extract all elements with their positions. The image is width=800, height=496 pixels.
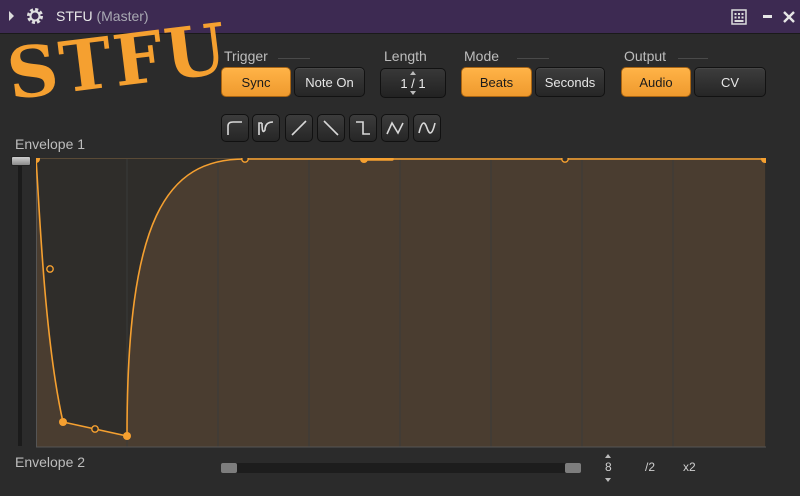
plugin-body: STFU Trigger Sync Note On Length 1 / 1 M… [0, 7, 800, 496]
horizontal-scrollbar[interactable] [221, 463, 581, 473]
note-on-button[interactable]: Note On [294, 67, 365, 97]
amount-slider-track[interactable] [18, 158, 22, 446]
grid-stepper[interactable]: 8 [605, 454, 612, 482]
grid-down-arrow-icon[interactable] [605, 478, 612, 482]
curve-handle[interactable] [241, 158, 249, 163]
halve-grid-button[interactable]: /2 [645, 460, 655, 476]
length-label: Length [384, 48, 427, 64]
curve-handle[interactable] [46, 265, 54, 273]
sine-button[interactable] [413, 114, 441, 142]
plugin-name: STFU [56, 8, 93, 24]
step-down-icon [356, 121, 370, 135]
ramp-up-button[interactable] [285, 114, 313, 142]
close-icon[interactable] [781, 9, 797, 25]
output-label: Output [624, 48, 667, 64]
ramp-down-button[interactable] [317, 114, 345, 142]
trigger-divider [278, 58, 310, 59]
trigger-label: Trigger [224, 48, 268, 64]
amount-slider-thumb[interactable] [11, 156, 31, 166]
grid-up-arrow-icon[interactable] [605, 454, 612, 458]
envelope-editor[interactable] [36, 158, 766, 448]
envelope-2-label[interactable]: Envelope 2 [15, 454, 85, 470]
minimize-icon[interactable] [760, 9, 776, 25]
attack-shape-button[interactable] [221, 114, 249, 142]
gear-icon[interactable] [25, 6, 45, 26]
soft-attack-shape-icon [258, 121, 274, 135]
sine-icon [418, 122, 436, 134]
ramp-down-icon [323, 120, 339, 136]
envelope-node[interactable] [123, 432, 131, 440]
step-down-button[interactable] [349, 114, 377, 142]
sync-button[interactable]: Sync [221, 67, 291, 97]
output-divider [678, 58, 708, 59]
length-down-arrow-icon[interactable] [410, 91, 416, 95]
soft-attack-shape-button[interactable] [252, 114, 280, 142]
envelope-node[interactable] [59, 418, 67, 426]
cv-button[interactable]: CV [694, 67, 766, 97]
beats-button[interactable]: Beats [461, 67, 532, 97]
triangle-button[interactable] [381, 114, 409, 142]
mode-label: Mode [464, 48, 500, 64]
scroll-right-handle[interactable] [565, 463, 581, 473]
triangle-icon [386, 121, 404, 135]
seconds-button[interactable]: Seconds [535, 67, 605, 97]
length-stepper[interactable]: 1 / 1 [380, 68, 446, 98]
keyboard-icon[interactable] [731, 9, 747, 25]
length-value: 1 / 1 [400, 75, 426, 91]
envelope-1-label[interactable]: Envelope 1 [15, 136, 85, 152]
mode-divider [517, 58, 549, 59]
collapse-arrow-icon[interactable] [9, 11, 14, 21]
double-grid-button[interactable]: x2 [683, 460, 696, 476]
scroll-left-handle[interactable] [221, 463, 237, 473]
audio-button[interactable]: Audio [621, 67, 691, 97]
ramp-up-icon [291, 120, 307, 136]
attack-shape-icon [227, 121, 242, 135]
curve-handle[interactable] [561, 158, 569, 163]
length-up-arrow-icon[interactable] [410, 71, 416, 75]
curve-handle[interactable] [91, 425, 99, 433]
grid-value: 8 [605, 460, 612, 474]
